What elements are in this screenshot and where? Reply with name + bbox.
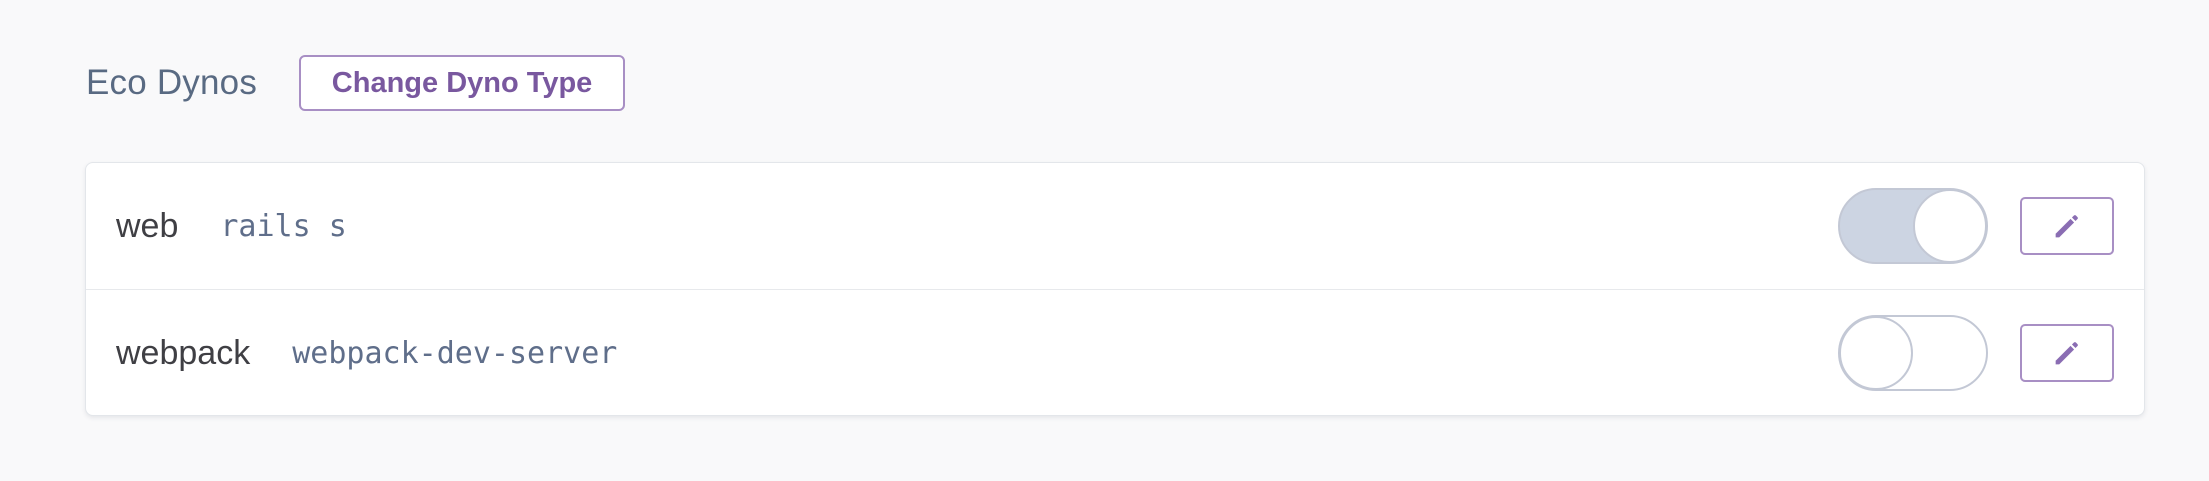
dyno-command: webpack-dev-server <box>292 335 618 371</box>
edit-dyno-button-webpack[interactable] <box>2020 324 2114 382</box>
dyno-toggle-web[interactable] <box>1838 188 1988 264</box>
toggle-knob <box>1913 189 1987 263</box>
change-dyno-type-button[interactable]: Change Dyno Type <box>299 55 626 111</box>
toggle-knob <box>1839 316 1913 390</box>
pencil-icon <box>2055 342 2078 365</box>
dyno-toggle-webpack[interactable] <box>1838 315 1988 391</box>
dyno-list: web rails s webpack webpack-dev-server <box>85 162 2145 416</box>
dyno-command: rails s <box>220 208 347 244</box>
edit-dyno-button-web[interactable] <box>2020 197 2114 255</box>
pencil-icon <box>2055 215 2078 238</box>
dyno-row-web: web rails s <box>86 163 2144 290</box>
dyno-row-webpack: webpack webpack-dev-server <box>86 290 2144 416</box>
section-title: Eco Dynos <box>86 63 258 102</box>
eco-dynos-section: Eco Dynos Change Dyno Type web rails s w… <box>0 0 2209 481</box>
section-header: Eco Dynos Change Dyno Type <box>86 54 626 112</box>
dyno-name: web <box>116 206 179 245</box>
dyno-name: webpack <box>116 333 251 372</box>
